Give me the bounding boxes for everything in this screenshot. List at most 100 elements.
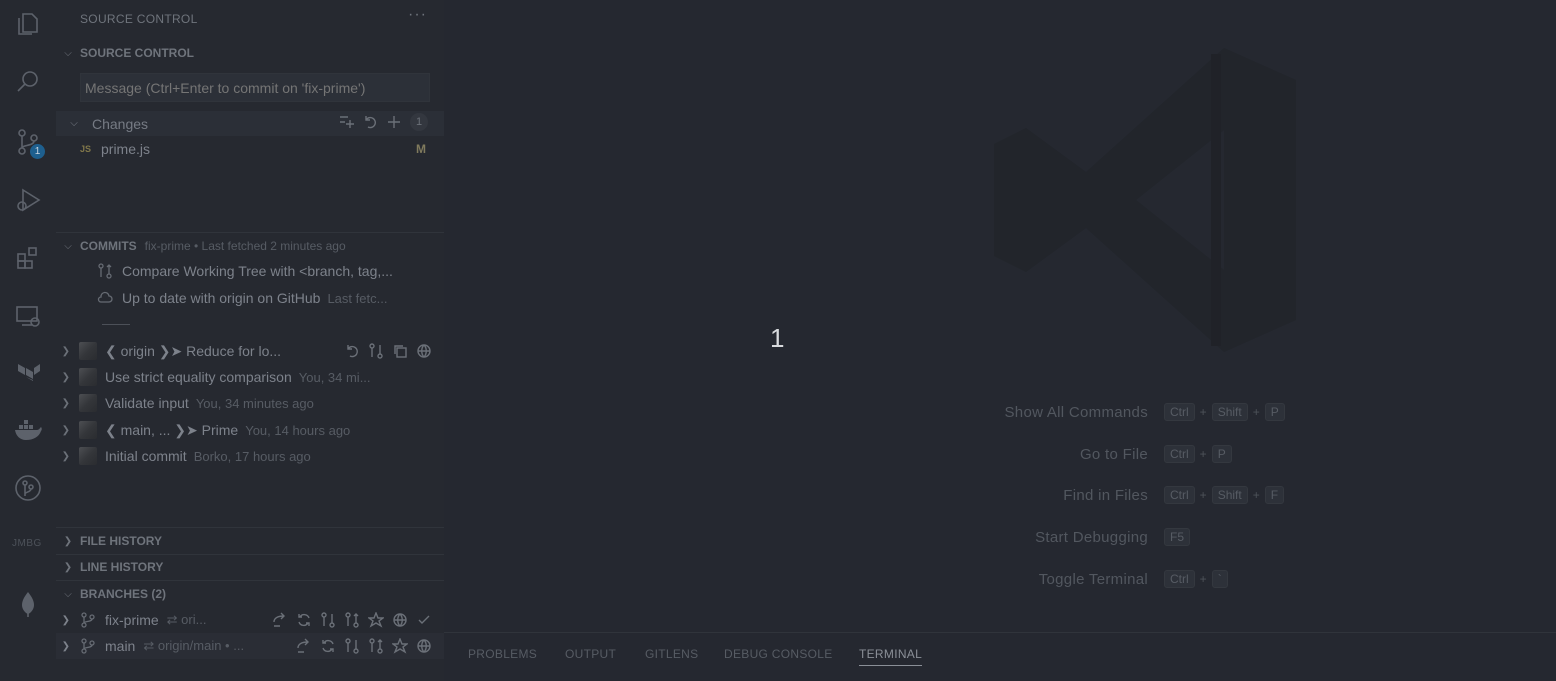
- key-cap: Ctrl: [1164, 486, 1195, 504]
- compare-icon: [96, 262, 114, 280]
- run-debug-icon[interactable]: [10, 182, 46, 218]
- shortcut-row: Show All Commands Ctrl + Shift + P: [444, 402, 1556, 422]
- branch-icon: [79, 637, 97, 655]
- commit-row[interactable]: ❯ Use strict equality comparison You, 34…: [56, 364, 444, 390]
- shortcut-label: Find in Files: [1063, 486, 1148, 504]
- copy-icon[interactable]: [391, 343, 408, 359]
- changed-file-row[interactable]: JS prime.js M: [56, 138, 444, 160]
- jmbg-label[interactable]: JMBG: [12, 538, 42, 549]
- compare-branch-icon[interactable]: [343, 638, 360, 654]
- commit-row[interactable]: ❯ ❮ main, ... ❯➤ Prime You, 14 hours ago: [56, 417, 444, 443]
- star-icon[interactable]: [391, 638, 408, 654]
- scm-section-header[interactable]: ⌵ SOURCE CONTROL: [56, 41, 444, 65]
- compare-branch-icon[interactable]: [319, 612, 336, 628]
- key-cap: Shift: [1211, 403, 1248, 421]
- branch-tracking: ⇄ origin/main • ...: [143, 638, 245, 653]
- commit-label: Use strict equality comparison: [105, 369, 292, 385]
- branches-header[interactable]: ⌵ BRANCHES (2): [56, 582, 444, 606]
- changes-group[interactable]: ⌵ Changes 1: [56, 111, 444, 136]
- key-cap: Ctrl: [1164, 570, 1195, 588]
- branch-name: fix-prime: [105, 612, 159, 628]
- activity-bar: 1 JMBG: [0, 0, 56, 681]
- globe-icon[interactable]: [391, 612, 408, 628]
- key-cap: F5: [1164, 528, 1191, 546]
- compare-label: Compare Working Tree with <branch, tag,.…: [122, 263, 393, 279]
- commits-section-header[interactable]: ⌵ COMMITS fix-prime • Last fetched 2 min…: [56, 234, 444, 258]
- tab-gitlens[interactable]: GITLENS: [645, 647, 698, 661]
- branch-row[interactable]: ❯ main ⇄ origin/main • ...: [56, 633, 444, 659]
- branch-row[interactable]: ❯ fix-prime ⇄ ori...: [56, 607, 444, 633]
- tab-terminal[interactable]: TERMINAL: [859, 647, 923, 666]
- tab-output[interactable]: OUTPUT: [565, 647, 616, 661]
- globe-icon[interactable]: [415, 638, 432, 654]
- key-cap: Shift: [1211, 486, 1248, 504]
- chevron-right-icon: ❯: [63, 561, 73, 573]
- chevron-right-icon: ❯: [61, 397, 70, 409]
- sync-icon[interactable]: [319, 638, 336, 654]
- shortcut-row: Go to File Ctrl + P: [444, 444, 1556, 464]
- uptodate-row[interactable]: Up to date with origin on GitHub Last fe…: [56, 285, 444, 311]
- compare-icon[interactable]: [367, 343, 384, 359]
- js-file-icon: JS: [80, 144, 92, 154]
- chevron-right-icon: ❯: [61, 424, 70, 436]
- panel-tab-bar: PROBLEMS OUTPUT GITLENS DEBUG CONSOLE TE…: [444, 632, 1556, 681]
- shortcut-row: Find in Files Ctrl + Shift + F: [444, 485, 1556, 505]
- key-cap: P: [1211, 445, 1232, 463]
- tab-problems[interactable]: PROBLEMS: [468, 647, 537, 661]
- changes-label: Changes: [92, 115, 149, 132]
- line-history-title: LINE HISTORY: [80, 560, 164, 574]
- globe-icon[interactable]: [415, 343, 432, 359]
- compare-working-icon[interactable]: [343, 612, 360, 628]
- shortcut-label: Go to File: [1079, 445, 1148, 463]
- sync-icon[interactable]: [295, 612, 312, 628]
- undo-commit-icon[interactable]: [343, 343, 360, 359]
- search-icon[interactable]: [10, 64, 46, 100]
- sidebar-title: SOURCE CONTROL: [80, 12, 198, 26]
- tab-debug-console[interactable]: DEBUG CONSOLE: [724, 647, 833, 661]
- file-history-header[interactable]: ❯ FILE HISTORY: [56, 529, 444, 553]
- remote-explorer-icon[interactable]: [10, 298, 46, 334]
- compare-working-tree-row[interactable]: Compare Working Tree with <branch, tag,.…: [56, 258, 444, 284]
- key-cap: P: [1264, 403, 1285, 421]
- commit-message-input[interactable]: [80, 73, 430, 102]
- section-divider: [56, 232, 444, 233]
- commit-row[interactable]: ❯ Validate input You, 34 minutes ago: [56, 390, 444, 416]
- open-file-icon[interactable]: [338, 114, 354, 130]
- branch-name: main: [105, 638, 136, 654]
- key-cap: Ctrl: [1164, 445, 1195, 463]
- extensions-icon[interactable]: [10, 240, 46, 276]
- discard-changes-icon[interactable]: [362, 114, 378, 130]
- file-status-badge: M: [416, 142, 426, 156]
- terraform-icon[interactable]: [10, 354, 46, 390]
- switch-branch-icon[interactable]: [271, 612, 288, 628]
- chevron-down-icon: ⌵: [64, 240, 72, 252]
- commit-sub: You, 34 minutes ago: [195, 395, 314, 411]
- switch-branch-icon[interactable]: [295, 638, 312, 654]
- commit-row[interactable]: ❯ Initial commit Borko, 17 hours ago: [56, 443, 444, 469]
- more-actions-icon[interactable]: ···: [408, 6, 427, 24]
- commits-section-title: COMMITS: [80, 239, 137, 253]
- shortcut-label: Show All Commands: [1004, 403, 1148, 421]
- star-icon[interactable]: [367, 612, 384, 628]
- avatar: [79, 394, 97, 412]
- commit-label: Initial commit: [105, 448, 187, 464]
- line-history-header[interactable]: ❯ LINE HISTORY: [56, 555, 444, 579]
- commit-row[interactable]: ❯ ❮ origin ❯➤ Reduce for lo...: [56, 338, 444, 364]
- section-divider: [56, 580, 444, 581]
- editor-area: 1 Show All Commands Ctrl + Shift + P Go to…: [444, 0, 1556, 632]
- docker-icon[interactable]: [10, 412, 46, 448]
- branch-tracking: ⇄ ori...: [166, 612, 207, 627]
- key-cap: Ctrl: [1164, 403, 1195, 421]
- chevron-right-icon: ❯: [61, 640, 70, 652]
- compare-working-icon[interactable]: [367, 638, 384, 654]
- explorer-icon[interactable]: [10, 6, 46, 42]
- branch-icon: [79, 611, 97, 629]
- commits-divider: [102, 324, 130, 325]
- commit-label: ❮ main, ... ❯➤ Prime: [105, 421, 239, 438]
- chevron-right-icon: ❯: [63, 535, 73, 547]
- gitlens-icon[interactable]: [10, 470, 46, 506]
- section-divider: [56, 527, 444, 528]
- scm-section-title: SOURCE CONTROL: [80, 46, 194, 60]
- mongodb-icon[interactable]: [10, 586, 46, 622]
- stage-all-icon[interactable]: [386, 114, 402, 130]
